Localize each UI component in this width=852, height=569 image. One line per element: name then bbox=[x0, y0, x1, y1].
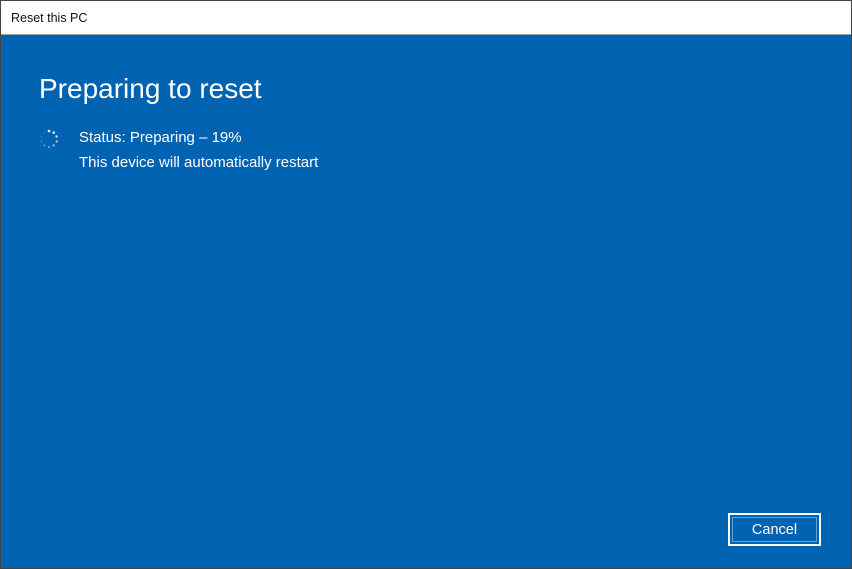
spinner-icon bbox=[39, 129, 59, 149]
window-title: Reset this PC bbox=[11, 11, 87, 25]
status-state: Preparing bbox=[130, 129, 195, 146]
status-subtext: This device will automatically restart bbox=[79, 154, 318, 171]
status-line: Status: Preparing – 19% bbox=[79, 127, 318, 148]
status-percent: 19% bbox=[212, 129, 242, 146]
cancel-button[interactable]: Cancel bbox=[728, 513, 821, 546]
status-prefix: Status: bbox=[79, 129, 130, 146]
page-heading: Preparing to reset bbox=[39, 73, 262, 105]
status-text-block: Status: Preparing – 19% This device will… bbox=[79, 127, 318, 171]
dialog-content: Preparing to reset bbox=[1, 35, 851, 568]
status-separator: – bbox=[195, 129, 212, 146]
status-row: Status: Preparing – 19% This device will… bbox=[39, 127, 318, 171]
titlebar: Reset this PC bbox=[1, 1, 851, 35]
dialog-window: Reset this PC Preparing to reset bbox=[0, 0, 852, 569]
